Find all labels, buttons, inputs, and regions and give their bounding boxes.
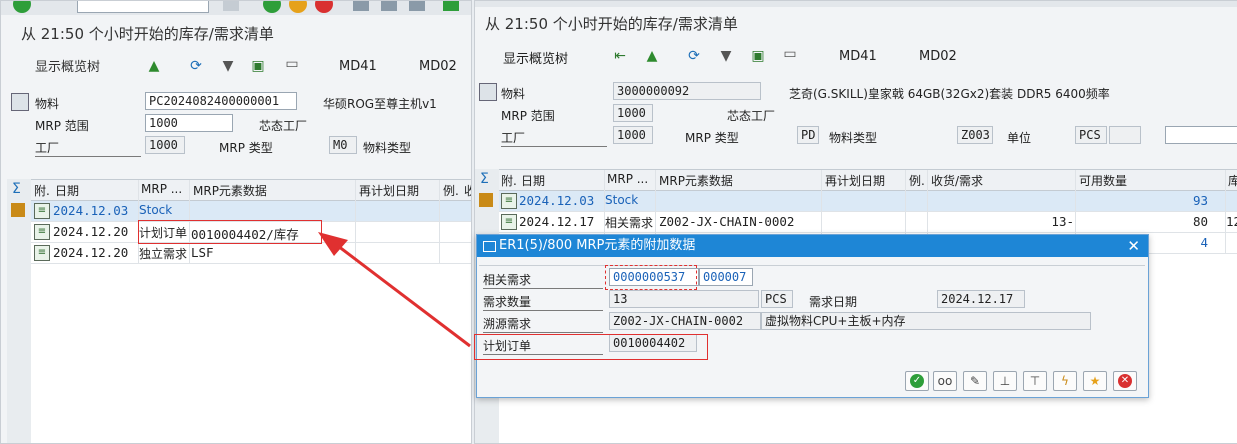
annotation-arrow <box>318 232 471 348</box>
